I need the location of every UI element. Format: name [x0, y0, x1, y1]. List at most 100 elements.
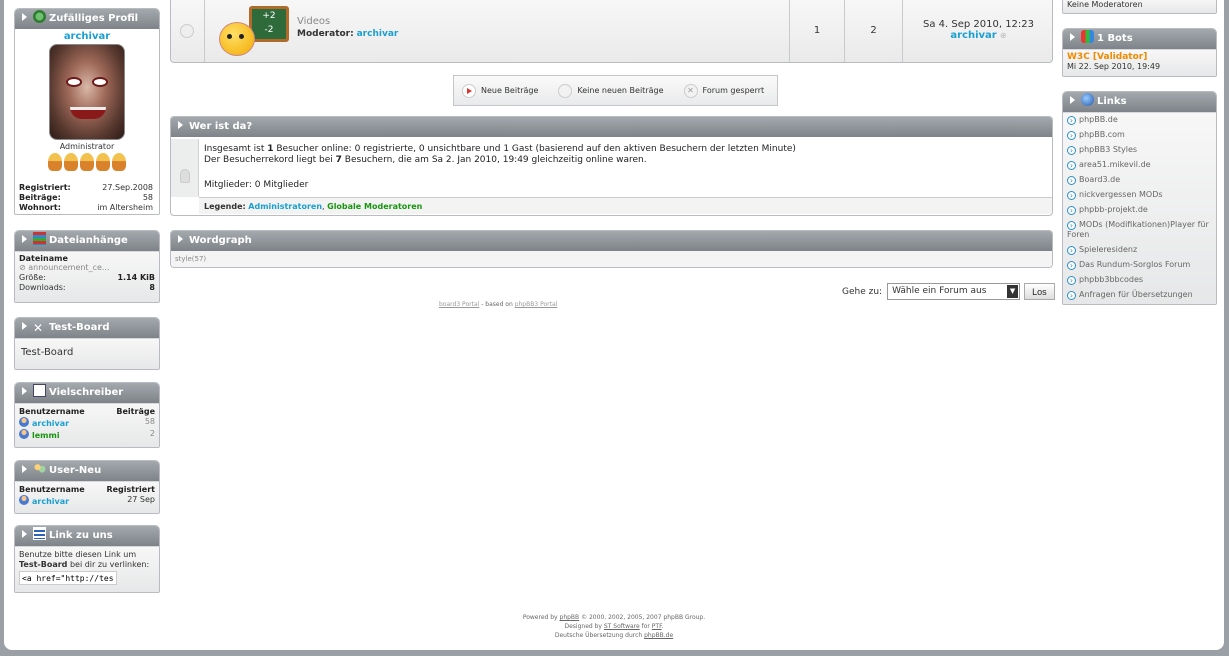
- footer-translation: Deutsche Übersetzung durch phpBB.de: [554, 632, 674, 639]
- ptf-link[interactable]: PTF: [652, 623, 662, 630]
- go-button[interactable]: Los: [1024, 283, 1055, 300]
- chevron-down-icon[interactable]: ▼: [1007, 285, 1019, 298]
- avatar[interactable]: [49, 44, 125, 140]
- footer-powered: Powered by phpBB © 2000, 2002, 2005, 200…: [522, 614, 706, 621]
- jump-to: Gehe zu: Wähle ein Forum aus ▼ Los: [842, 283, 1055, 300]
- portal-credit: board3 Portal - based on phpBB3 Portal: [439, 301, 558, 308]
- box-header: Vielschreiber: [15, 383, 159, 403]
- list-item[interactable]: › nickvergessen MODs: [1067, 190, 1212, 205]
- collapse-arrow-icon[interactable]: [1070, 96, 1075, 104]
- list-item[interactable]: › phpBB.com: [1067, 130, 1212, 145]
- no-new-posts-icon: [180, 24, 194, 38]
- online-members: Mitglieder: 0 Mitglieder: [204, 180, 309, 190]
- collapse-arrow-icon[interactable]: [22, 13, 27, 21]
- link-arrow-icon: ›: [1067, 276, 1076, 285]
- collapse-arrow-icon[interactable]: [178, 235, 183, 243]
- rank-figure-icon: [64, 153, 78, 171]
- forum-select[interactable]: Wähle ein Forum aus ▼: [887, 283, 1021, 300]
- forum-last-post: Sa 4. Sep 2010, 12:23 archivar ⊕: [902, 0, 1052, 62]
- phpbb3-portal-link[interactable]: phpBB3 Portal: [515, 301, 558, 308]
- moderators-text: Keine Moderatoren: [1067, 0, 1143, 9]
- profile-username-link[interactable]: archivar: [64, 31, 110, 42]
- attachment-file-link[interactable]: ⊘ announcement_ce...: [19, 263, 155, 272]
- user-link[interactable]: lemmi: [32, 431, 60, 440]
- user-link[interactable]: archivar: [32, 497, 69, 506]
- attachments-column-header: Dateiname: [19, 254, 68, 263]
- box-title: Dateianhänge: [49, 235, 128, 246]
- moderator-link[interactable]: archivar: [357, 29, 399, 39]
- collapse-arrow-icon[interactable]: [178, 121, 183, 129]
- link-arrow-icon: ›: [1067, 206, 1076, 215]
- user-icon: [19, 429, 29, 439]
- attachment-downloads: Downloads: 8: [19, 283, 155, 292]
- box-header: Links: [1063, 92, 1216, 112]
- list-item[interactable]: › phpBB3 Styles: [1067, 145, 1212, 160]
- list-icon: [33, 527, 46, 540]
- list-item[interactable]: › phpBB.de: [1067, 115, 1212, 130]
- who-is-online-box: Wer ist da? Insgesamt ist 1 Besucher onl…: [170, 116, 1053, 216]
- list-item[interactable]: › Anfragen für Übersetzungen: [1067, 290, 1212, 304]
- link-arrow-icon: ›: [1067, 291, 1076, 300]
- box-header: 1 Bots: [1063, 29, 1216, 49]
- profile-fields: Registriert: 27.Sep.2008 Beiträge: 58 Wohn…: [15, 173, 159, 213]
- rank-icons: [15, 153, 159, 173]
- phpbb-de-link[interactable]: phpBB.de: [644, 632, 673, 639]
- new-users-body: Benutzername Registriert archivar 27 Sep: [15, 481, 159, 513]
- users-icon: [33, 462, 46, 475]
- tools-icon: ✕: [33, 321, 44, 335]
- view-latest-post-icon[interactable]: ⊕: [1000, 31, 1007, 40]
- rank-figure-icon: [96, 153, 110, 171]
- testboard-body: Test-Board: [15, 338, 159, 369]
- link-arrow-icon: ›: [1067, 261, 1076, 270]
- no-new-posts-icon: [558, 83, 573, 98]
- collapse-arrow-icon[interactable]: [22, 235, 27, 243]
- link-arrow-icon: ›: [1067, 221, 1076, 230]
- table-header: Benutzername Registriert: [19, 485, 155, 494]
- user-icon: [19, 417, 29, 427]
- collapse-arrow-icon[interactable]: [22, 322, 27, 330]
- top-posters-body: Benutzername Beiträge archivar 58 lemmi 2: [15, 403, 159, 447]
- list-item[interactable]: › Das Rundum-Sorglos Forum: [1067, 260, 1212, 275]
- list-item[interactable]: › area51.mikevil.de: [1067, 160, 1212, 175]
- list-item[interactable]: › Spieleresidenz: [1067, 245, 1212, 260]
- user-icon: [19, 495, 29, 505]
- collapse-arrow-icon[interactable]: [22, 387, 27, 395]
- forum-info: Videos Moderator: archivar: [297, 16, 398, 39]
- bots-body: W3C [Validator] Mi 22. Sep 2010, 19:49: [1063, 49, 1216, 76]
- legend-no-new-posts: Keine neuen Beiträge: [577, 86, 664, 95]
- random-profile-box: Zufälliges Profil archivar Administrator…: [14, 8, 160, 215]
- links-box: Links › phpBB.de › phpBB.com › phpBB3 Style…: [1062, 91, 1217, 305]
- legend-new-posts: Neue Beiträge: [481, 86, 539, 95]
- st-software-link[interactable]: ST Software: [604, 623, 640, 630]
- box-header: Zufälliges Profil: [15, 9, 159, 29]
- forum-name-link[interactable]: Videos: [297, 16, 398, 27]
- list-item[interactable]: › MODs (Modifikationen)Player für Foren: [1067, 220, 1212, 245]
- legend-admin-link[interactable]: Administratoren: [248, 202, 322, 211]
- box-title: User-Neu: [49, 465, 102, 476]
- online-summary: Insgesamt ist 1 Besucher online: 0 regis…: [204, 144, 796, 154]
- legend-mod-link[interactable]: Globale Moderatoren: [327, 202, 422, 211]
- bot-name[interactable]: W3C [Validator]: [1067, 52, 1212, 62]
- list-item[interactable]: › Board3.de: [1067, 175, 1212, 190]
- list-item[interactable]: › phpbb3bbcodes: [1067, 275, 1212, 290]
- board3-portal-link[interactable]: board3 Portal: [439, 301, 479, 308]
- wordgraph-body: style(57): [171, 251, 1052, 267]
- box-title: Zufälliges Profil: [49, 13, 139, 24]
- moderator-label: Moderator:: [297, 29, 354, 39]
- testboard-text: Test-Board: [21, 347, 74, 358]
- last-post-user-link[interactable]: archivar: [950, 30, 996, 41]
- collapse-arrow-icon[interactable]: [22, 465, 27, 473]
- phpbb-link[interactable]: phpBB: [560, 614, 580, 621]
- wordgraph-word-link[interactable]: style(57): [175, 255, 206, 263]
- collapse-arrow-icon[interactable]: [1070, 33, 1075, 41]
- testboard-box: ✕ Test-Board Test-Board: [14, 317, 160, 370]
- online-record: Der Besucherrekord liegt bei 7 Besuchern…: [204, 155, 647, 165]
- box-title: Wer ist da?: [189, 121, 253, 132]
- list-item[interactable]: › phpbb-projekt.de: [1067, 205, 1212, 220]
- box-header: Wer ist da?: [171, 117, 1052, 137]
- collapse-arrow-icon[interactable]: [22, 530, 27, 538]
- rank-figure-icon: [48, 153, 62, 171]
- forum-status-cell: [171, 0, 205, 62]
- link-code-field[interactable]: [19, 571, 117, 585]
- user-link[interactable]: archivar: [32, 419, 69, 428]
